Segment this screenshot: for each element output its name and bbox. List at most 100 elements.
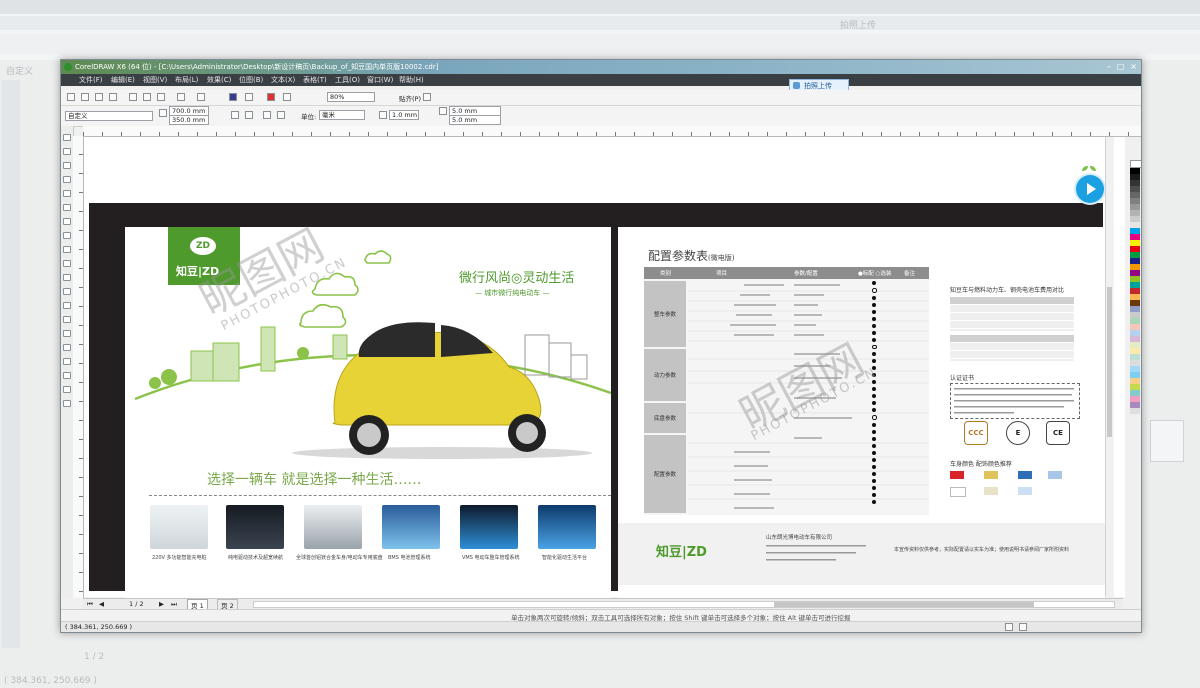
page-width-icon [159, 109, 167, 117]
zoom-level-select[interactable]: 80% [327, 92, 375, 102]
all-pages-icon[interactable] [263, 111, 271, 119]
menu-effects[interactable]: 效果(C) [207, 75, 231, 85]
page-height-field[interactable]: 350.0 mm [169, 115, 209, 125]
maximize-icon[interactable]: □ [1117, 62, 1125, 71]
menu-view[interactable]: 视图(V) [143, 75, 167, 85]
print-icon[interactable] [109, 93, 117, 101]
rectangle-tool-icon[interactable] [63, 218, 71, 225]
car-window-front [358, 322, 435, 357]
outline-indicator-icon[interactable] [1019, 623, 1027, 631]
drawing-canvas[interactable]: ZD 知豆|ZD 微行风尚◎灵动生活 — 城市微行纯电动车 — 选择一辆车 就是… [84, 137, 1125, 599]
paste-icon[interactable] [157, 93, 165, 101]
menu-window[interactable]: 窗口(W) [367, 75, 393, 85]
snap-to-label[interactable]: 贴齐(P) [399, 93, 421, 103]
horizontal-ruler[interactable] [83, 126, 1141, 137]
menu-text[interactable]: 文本(X) [271, 75, 295, 85]
smart-fill-icon[interactable] [63, 204, 71, 211]
outline-pen-icon[interactable] [63, 372, 71, 379]
copy-icon[interactable] [143, 93, 151, 101]
publish-pdf-icon[interactable] [267, 93, 275, 101]
cost-table-1 [950, 297, 1074, 331]
feature-thumb-2 [226, 505, 284, 549]
import-icon[interactable] [229, 93, 237, 101]
open-icon[interactable] [81, 93, 89, 101]
standard-marks [872, 281, 878, 507]
crop-tool-icon[interactable] [63, 162, 71, 169]
vertical-ruler[interactable] [73, 136, 84, 598]
transparency-icon[interactable] [63, 344, 71, 351]
freehand-tool-icon[interactable] [63, 190, 71, 197]
upload-icon [793, 82, 800, 89]
nudge-distance-field[interactable]: 1.0 mm [389, 110, 419, 120]
horizontal-scroll-thumb[interactable] [774, 602, 1034, 607]
new-doc-icon[interactable] [67, 93, 75, 101]
text-tool-icon[interactable] [63, 274, 71, 281]
undo-icon[interactable] [177, 93, 185, 101]
color-palette[interactable] [1130, 160, 1141, 604]
color-swatch-beige [984, 487, 998, 495]
cert-text-lines [954, 388, 1074, 414]
options-icon[interactable] [423, 93, 431, 101]
current-page-icon[interactable] [277, 111, 285, 119]
prev-page-icon[interactable]: ◀ [99, 600, 104, 608]
coreldraw-window: CorelDRAW X6 (64 位) - [C:\Users\Administ… [60, 59, 1142, 633]
grey-building-2 [548, 342, 572, 378]
horizontal-scrollbar[interactable] [253, 601, 1115, 608]
save-icon[interactable] [95, 93, 103, 101]
menu-table[interactable]: 表格(T) [303, 75, 327, 85]
feature-caption-5: VMS 电动车整车管理系统 [462, 555, 520, 561]
landscape-icon[interactable] [245, 111, 253, 119]
ghost-menubar [0, 16, 1200, 30]
color-recommend-title: 车身颜色 配饰颜色推荐 [950, 461, 1012, 468]
tree-3 [297, 347, 309, 359]
table-tool-icon[interactable] [63, 288, 71, 295]
spec-title-text: 配置参数表 [648, 249, 709, 263]
feature-thumb-3 [304, 505, 362, 549]
zoom-tool-icon[interactable] [63, 176, 71, 183]
first-page-icon[interactable]: ⏮ [87, 600, 93, 609]
upload-label: 拍照上传 [804, 82, 832, 90]
minimize-icon[interactable]: – [1107, 62, 1111, 71]
footer-disclaimer: 本宣传资料仅供参考，实际配置请以实车为准；使用说明书请参阅厂家所附资料 [894, 547, 1070, 553]
menu-bitmap[interactable]: 位图(B) [239, 75, 263, 85]
eyedropper-icon[interactable] [63, 358, 71, 365]
basic-shapes-icon[interactable] [63, 260, 71, 267]
cut-icon[interactable] [129, 93, 137, 101]
ghost-preset: 自定义 [6, 67, 34, 77]
drop-shadow-icon[interactable] [63, 330, 71, 337]
menu-layout[interactable]: 布局(L) [175, 75, 198, 85]
building-1 [190, 350, 214, 382]
page-preset-select[interactable]: 自定义 [65, 111, 153, 121]
close-icon[interactable]: × [1130, 62, 1137, 71]
redo-icon[interactable] [197, 93, 205, 101]
duplicate-y-field[interactable]: 5.0 mm [449, 115, 501, 125]
palette-swatch-white[interactable] [1130, 160, 1141, 168]
ellipse-tool-icon[interactable] [63, 232, 71, 239]
polygon-tool-icon[interactable] [63, 246, 71, 253]
pick-tool-icon[interactable] [63, 134, 71, 141]
shape-tool-icon[interactable] [63, 148, 71, 155]
fill-indicator-icon[interactable] [1005, 623, 1013, 631]
menu-file[interactable]: 文件(F) [79, 75, 103, 85]
vertical-scrollbar[interactable] [1105, 137, 1114, 597]
connector-tool-icon[interactable] [63, 316, 71, 323]
play-icon[interactable] [1076, 175, 1104, 203]
left-page[interactable]: ZD 知豆|ZD 微行风尚◎灵动生活 — 城市微行纯电动车 — 选择一辆车 就是… [125, 227, 611, 599]
menu-edit[interactable]: 编辑(E) [111, 75, 135, 85]
cloud-3 [298, 303, 347, 328]
menu-help[interactable]: 帮助(H) [399, 75, 424, 85]
full-screen-icon[interactable] [283, 93, 291, 101]
export-icon[interactable] [245, 93, 253, 101]
next-page-icon[interactable]: ▶ [159, 600, 164, 608]
units-select[interactable]: 毫米 [319, 110, 365, 120]
green-buildings [190, 326, 348, 382]
portrait-icon[interactable] [231, 111, 239, 119]
dimension-tool-icon[interactable] [63, 302, 71, 309]
last-page-icon[interactable]: ⏭ [171, 600, 177, 609]
page-counter: 1 / 2 [129, 600, 144, 608]
interactive-fill-icon[interactable] [63, 400, 71, 407]
fill-tool-icon[interactable] [63, 386, 71, 393]
right-page[interactable]: 配置参数表(微电版) 类别 项目 参数/配置 ●标配 ○选装 备注 整车参数 动… [618, 227, 1105, 599]
menu-tools[interactable]: 工具(O) [335, 75, 360, 85]
scrollbar-thumb[interactable] [1107, 287, 1112, 437]
